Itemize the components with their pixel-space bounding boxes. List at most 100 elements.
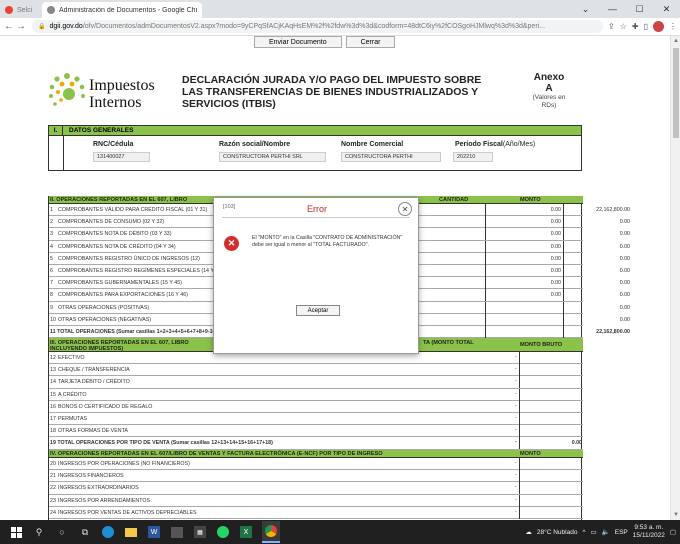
maximize-icon[interactable]: ☐ (626, 0, 653, 18)
row-amount[interactable]: 0.00 (563, 228, 631, 241)
app-icon[interactable]: ▦ (193, 525, 207, 539)
send-document-button[interactable]: Enviar Documento (254, 36, 342, 48)
chrome-icon[interactable] (262, 521, 280, 543)
excel-icon[interactable]: X (239, 525, 253, 539)
row-amount[interactable]: 0.00 (563, 289, 631, 302)
volume-icon[interactable]: 🔈 (602, 528, 610, 536)
network-icon[interactable]: ▭ (591, 528, 597, 536)
row-number: 12 (50, 355, 56, 361)
cortana-icon[interactable]: ○ (55, 525, 69, 539)
row-amount[interactable]: 0.00 (563, 240, 631, 253)
anexo-label: Anexo A (Valores en RDs) (528, 72, 570, 110)
extensions: ⇪ ☆ ✚ ▯ ⋮ (608, 21, 677, 32)
row-number: 22 (50, 485, 56, 492)
row-quantity[interactable]: 0.00 (485, 228, 563, 241)
row-amount[interactable] (519, 470, 583, 483)
whatsapp-icon[interactable] (216, 525, 230, 539)
language-indicator[interactable]: ESP (615, 529, 628, 536)
accept-button[interactable]: Aceptar (296, 305, 340, 316)
row-amount[interactable] (519, 494, 583, 507)
back-icon[interactable]: ← (3, 21, 15, 32)
puzzle-icon[interactable]: ✚ (632, 22, 639, 31)
row-amount[interactable]: 0.00 (563, 252, 631, 265)
row-amount[interactable]: 0.00 (563, 301, 631, 314)
avatar[interactable] (653, 21, 664, 32)
sidepanel-icon[interactable]: ▯ (644, 22, 648, 31)
minimize-icon[interactable]: — (599, 0, 626, 18)
col-cantidad: CANTIDAD (439, 197, 469, 203)
file-explorer-icon[interactable] (124, 525, 138, 539)
razon-social-field[interactable]: CONSTRUCTORA PERTHI SRL (219, 152, 326, 162)
weather-text[interactable]: 28°C Nublado (537, 529, 578, 536)
windows-start-icon[interactable] (9, 525, 23, 539)
close-button[interactable]: Cerrar (345, 36, 396, 48)
task-view-icon[interactable]: ⧉ (78, 525, 92, 539)
tab-label: Selci (17, 6, 33, 14)
row-label: CHEQUE / TRANSFERENCIA (58, 367, 130, 374)
close-icon[interactable]: ✕ (653, 0, 680, 18)
row-quantity[interactable]: 0.00 (485, 204, 563, 216)
scroll-up-icon[interactable]: ▲ (673, 38, 679, 44)
dialog-close-button[interactable]: ✕ (398, 202, 412, 216)
row-amount[interactable]: 0.00 (563, 265, 631, 277)
row-amount[interactable] (519, 400, 583, 413)
share-icon[interactable]: ⇪ (608, 22, 615, 31)
row-amount[interactable] (519, 364, 583, 377)
row-amount[interactable] (519, 506, 583, 519)
row-amount[interactable] (519, 482, 583, 495)
tab-admin-documentos[interactable]: Administración de Documentos - Google Ch… (42, 2, 202, 18)
row-separator: - (515, 427, 517, 434)
periodo-field[interactable]: 202210 (453, 152, 493, 162)
scroll-down-icon[interactable]: ▼ (673, 512, 679, 518)
edge-icon[interactable] (101, 525, 115, 539)
tab-gmail[interactable]: Selci (0, 2, 42, 18)
row-label: INGRESOS EXTRAORDINARIOS (58, 485, 139, 492)
word-icon[interactable]: W (147, 525, 161, 539)
row-amount[interactable] (519, 352, 583, 364)
row-label: OTRAS OPERACIONES (NEGATIVAS) (58, 316, 152, 323)
col-monto-iv: MONTO (520, 451, 541, 457)
store-icon[interactable] (170, 525, 184, 539)
row-amount[interactable] (519, 388, 583, 401)
row-label: BONOS O CERTIFICADO DE REGALO (58, 403, 153, 410)
row-amount[interactable] (519, 376, 583, 389)
menu-icon[interactable]: ⋮ (669, 22, 677, 31)
row-amount[interactable] (519, 425, 583, 438)
row-amount[interactable] (519, 413, 583, 425)
page-scrollbar[interactable]: ▲ ▼ (670, 36, 680, 520)
row-amount[interactable]: 22,162,800.00 (563, 326, 631, 338)
nombre-comercial-field[interactable]: CONSTRUCTORA PERTHI (341, 152, 441, 162)
row-label: COMPROBANTES GUBERNAMENTALES (15 Y 45) (58, 280, 182, 287)
row-number: 20 (50, 461, 56, 467)
notification-icon[interactable]: ▢ (670, 528, 676, 536)
chevron-down-icon[interactable]: ⌄ (572, 0, 599, 18)
row-amount[interactable]: 0.00 (563, 313, 631, 326)
row-quantity[interactable]: 0.00 (485, 289, 563, 302)
clock[interactable]: 9:53 a. m. 15/11/2022 (633, 524, 665, 540)
table-row: 20 INGRESOS POR OPERACIONES (NO FINANCIER… (49, 458, 583, 471)
row-amount[interactable]: 0.00 (563, 277, 631, 290)
row-quantity[interactable]: 0.00 (485, 277, 563, 290)
rnc-label: RNC/Cédula (93, 141, 134, 148)
forward-icon[interactable]: → (15, 21, 27, 32)
error-message: El "MONTO" en la Casilla "CONTRATO DE AD… (252, 235, 403, 248)
row-amount[interactable] (519, 458, 583, 470)
row-amount[interactable]: 0.00 (563, 216, 631, 229)
periodo-label-text: Período Fiscal (455, 141, 503, 148)
rnc-field[interactable]: 131400027 (93, 152, 150, 162)
search-icon[interactable]: ⚲ (32, 525, 46, 539)
row-amount[interactable]: 0.00 (519, 437, 583, 450)
row-amount[interactable]: 22,162,800.00 (563, 204, 631, 216)
tray-chevron-icon[interactable]: ^ (582, 529, 585, 536)
row-quantity[interactable]: 0.00 (485, 265, 563, 277)
clock-date: 15/11/2022 (632, 532, 665, 539)
clock-time: 9:53 a. m. (634, 524, 664, 531)
url-field[interactable]: 🔒 dgii.gov.do/ofv/Documentos/admDocument… (32, 20, 604, 33)
row-quantity[interactable]: 0.00 (485, 216, 563, 229)
star-icon[interactable]: ☆ (620, 22, 627, 31)
row-quantity[interactable]: 0.00 (485, 252, 563, 265)
row-quantity (485, 326, 563, 338)
row-quantity[interactable]: 0.00 (485, 240, 563, 253)
scrollbar-thumb[interactable] (673, 48, 679, 138)
url-host: dgii.gov.do (49, 23, 83, 30)
